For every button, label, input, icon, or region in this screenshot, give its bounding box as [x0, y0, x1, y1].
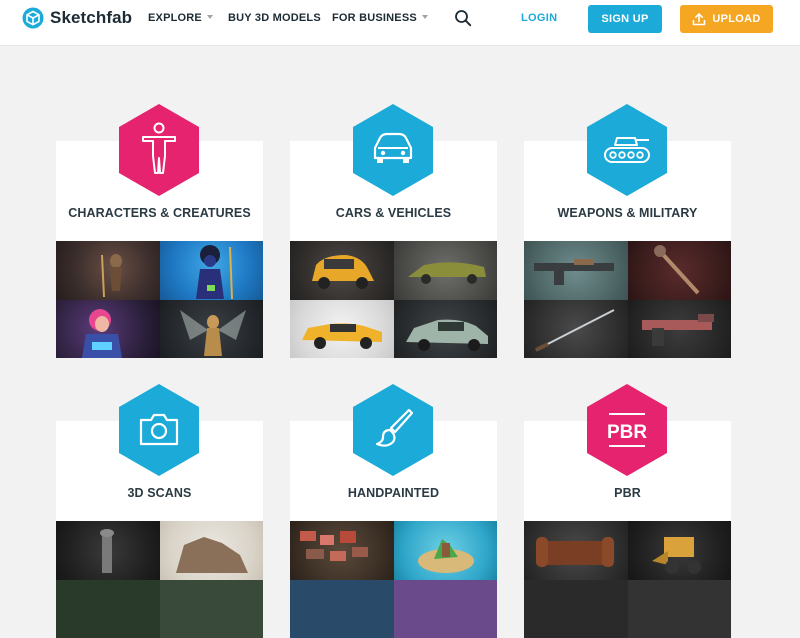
- signup-button[interactable]: SIGN UP: [588, 5, 662, 33]
- upload-icon: [692, 13, 706, 26]
- thumbnail-image: [290, 521, 394, 580]
- thumbnail-image: [524, 300, 628, 359]
- thumbnail-image: [160, 300, 264, 359]
- category-title: HANDPAINTED: [290, 486, 497, 500]
- thumbnail-image: [56, 300, 160, 359]
- sketchfab-logo[interactable]: Sketchfab: [22, 7, 132, 29]
- thumbnail-image: [524, 241, 628, 300]
- thumbnail-image: [160, 521, 264, 580]
- category-thumbnails: [290, 241, 497, 358]
- thumbnail-image: [628, 580, 732, 638]
- category-title: 3D SCANS: [56, 486, 263, 500]
- nav-explore[interactable]: EXPLORE: [148, 12, 213, 24]
- thumbnail-image: [56, 241, 160, 300]
- category-title: CHARACTERS & CREATURES: [56, 206, 263, 220]
- thumbnail-image: [56, 521, 160, 580]
- nav-explore-label: EXPLORE: [148, 12, 202, 24]
- camera-icon: [119, 384, 199, 476]
- thumbnail-image: [394, 300, 498, 359]
- nav-buy-label: BUY 3D MODELS: [228, 12, 321, 24]
- category-title: PBR: [524, 486, 731, 500]
- search-icon[interactable]: [454, 9, 472, 27]
- thumbnail-image: [160, 580, 264, 638]
- pbr-icon: PBR: [587, 384, 667, 476]
- thumbnail-image: [290, 300, 394, 359]
- sketchfab-logo-icon: [22, 7, 44, 29]
- upload-label: UPLOAD: [712, 13, 760, 25]
- chevron-down-icon: [422, 15, 428, 19]
- thumbnail-image: [524, 580, 628, 638]
- top-navbar: Sketchfab EXPLORE BUY 3D MODELS FOR BUSI…: [0, 0, 800, 46]
- thumbnail-image: [628, 300, 732, 359]
- signup-label: SIGN UP: [601, 13, 648, 25]
- category-title: CARS & VEHICLES: [290, 206, 497, 220]
- thumbnail-image: [160, 241, 264, 300]
- thumbnail-image: [394, 521, 498, 580]
- tank-icon: [587, 104, 667, 196]
- car-icon: [353, 104, 433, 196]
- category-thumbnails: [524, 241, 731, 358]
- thumbnail-image: [394, 241, 498, 300]
- paintbrush-icon: [353, 384, 433, 476]
- person-icon: [119, 104, 199, 196]
- thumbnail-image: [628, 241, 732, 300]
- category-thumbnails: [56, 241, 263, 358]
- pbr-icon-text: PBR: [607, 422, 647, 443]
- thumbnail-image: [524, 521, 628, 580]
- upload-button[interactable]: UPLOAD: [680, 5, 773, 33]
- thumbnail-image: [290, 580, 394, 638]
- brand-name: Sketchfab: [50, 8, 132, 28]
- thumbnail-image: [628, 521, 732, 580]
- nav-business-label: FOR BUSINESS: [332, 12, 417, 24]
- nav-buy-3d-models[interactable]: BUY 3D MODELS: [228, 12, 321, 24]
- login-link[interactable]: LOGIN: [521, 12, 557, 24]
- nav-for-business[interactable]: FOR BUSINESS: [332, 12, 428, 24]
- thumbnail-image: [290, 241, 394, 300]
- chevron-down-icon: [207, 15, 213, 19]
- thumbnail-image: [56, 580, 160, 638]
- category-thumbnails: [290, 521, 497, 638]
- category-thumbnails: [524, 521, 731, 638]
- category-thumbnails: [56, 521, 263, 638]
- category-title: WEAPONS & MILITARY: [524, 206, 731, 220]
- thumbnail-image: [394, 580, 498, 638]
